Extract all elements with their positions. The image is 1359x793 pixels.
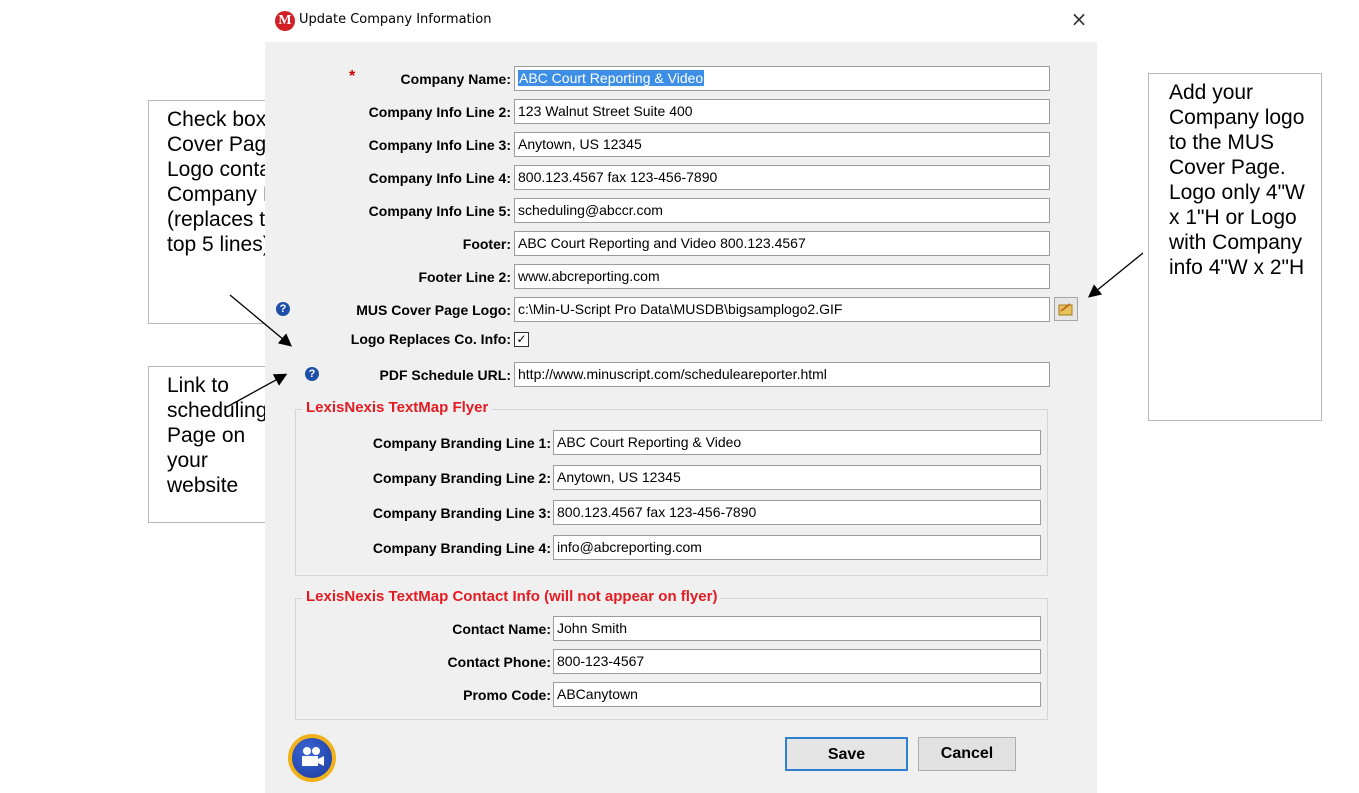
contact-phone-input[interactable]: 800-123-4567 (553, 649, 1041, 674)
folder-browse-icon[interactable] (1054, 297, 1078, 321)
line3-input[interactable]: Anytown, US 12345 (514, 132, 1050, 157)
footer2-label: Footer Line 2: (418, 269, 511, 285)
company-name-value: ABC Court Reporting & Video (518, 70, 705, 86)
line4-label: Company Info Line 4: (368, 170, 511, 186)
footer-input[interactable]: ABC Court Reporting and Video 800.123.45… (514, 231, 1050, 256)
branding-line2-label: Company Branding Line 2: (372, 470, 551, 486)
promo-code-label: Promo Code: (463, 687, 551, 703)
contact-name-input[interactable]: John Smith (553, 616, 1041, 641)
branding-line2-input[interactable]: Anytown, US 12345 (553, 465, 1041, 490)
m-logo-icon: M (275, 11, 295, 31)
save-button[interactable]: Save (785, 737, 908, 771)
cover-logo-input[interactable]: c:\Min-U-Script Pro Data\MUSDB\bigsamplo… (514, 297, 1050, 322)
line2-label: Company Info Line 2: (368, 104, 511, 120)
contact-phone-label: Contact Phone: (447, 654, 551, 670)
required-asterisk: * (349, 68, 356, 85)
cover-logo-label: MUS Cover Page Logo: (356, 302, 511, 318)
callout-cover-logo: Add your Company logo to the MUS Cover P… (1148, 73, 1322, 421)
cancel-button[interactable]: Cancel (918, 737, 1016, 771)
logo-replaces-label: Logo Replaces Co. Info: (350, 331, 511, 347)
branding-line1-label: Company Branding Line 1: (372, 435, 551, 451)
line4-input[interactable]: 800.123.4567 fax 123-456-7890 (514, 165, 1050, 190)
video-camera-icon[interactable] (288, 734, 336, 782)
branding-line4-input[interactable]: info@abcreporting.com (553, 535, 1041, 560)
branding-line1-input[interactable]: ABC Court Reporting & Video (553, 430, 1041, 455)
promo-code-input[interactable]: ABCanytown (553, 682, 1041, 707)
line3-label: Company Info Line 3: (368, 137, 511, 153)
help-icon[interactable]: ? (276, 302, 290, 316)
company-name-input[interactable]: ABC Court Reporting & Video (514, 66, 1050, 91)
branding-line4-label: Company Branding Line 4: (372, 540, 551, 556)
pdf-url-input[interactable]: http://www.minuscript.com/schedulearepor… (514, 362, 1050, 387)
browse-glyph (1058, 303, 1073, 316)
line5-label: Company Info Line 5: (368, 203, 511, 219)
window-title: Update Company Information (299, 12, 492, 27)
logo-replaces-checkbox[interactable]: ✓ (514, 332, 529, 347)
footer-label: Footer: (462, 236, 511, 252)
camera-glyph (302, 747, 324, 766)
arrow-to-browse (1087, 252, 1144, 298)
line2-input[interactable]: 123 Walnut Street Suite 400 (514, 99, 1050, 124)
branding-line3-input[interactable]: 800.123.4567 fax 123-456-7890 (553, 500, 1041, 525)
branding-line3-label: Company Branding Line 3: (372, 505, 551, 521)
contact-name-label: Contact Name: (452, 621, 551, 637)
close-icon[interactable]: × (1067, 7, 1091, 31)
help-icon[interactable]: ? (305, 367, 319, 381)
company-name-label: Company Name: (400, 71, 511, 87)
contact-group-title: LexisNexis TextMap Contact Info (will no… (302, 588, 722, 605)
footer2-input[interactable]: www.abcreporting.com (514, 264, 1050, 289)
line5-input[interactable]: scheduling@abccr.com (514, 198, 1050, 223)
flyer-group-title: LexisNexis TextMap Flyer (302, 399, 493, 416)
pdf-url-label: PDF Schedule URL: (379, 367, 511, 383)
